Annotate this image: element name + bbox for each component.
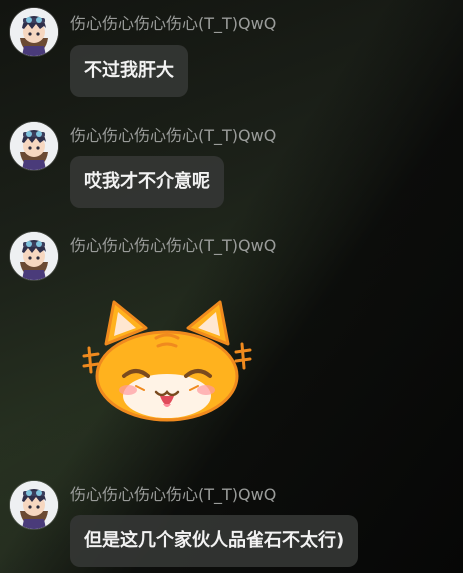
avatar[interactable]: [10, 232, 58, 280]
avatar[interactable]: [10, 122, 58, 170]
sender-name: 伤心伤心伤心伤心(T_T)QwQ: [70, 485, 277, 504]
sender-name: 伤心伤心伤心伤心(T_T)QwQ: [70, 236, 277, 255]
chat-message-list[interactable]: 伤心伤心伤心伤心(T_T)QwQ 不过我肝大 伤心伤心伤心伤心(T_T)QwQ …: [0, 0, 463, 573]
sender-name: 伤心伤心伤心伤心(T_T)QwQ: [70, 14, 277, 33]
avatar[interactable]: [10, 481, 58, 529]
avatar-image: [10, 232, 58, 280]
sender-name: 伤心伤心伤心伤心(T_T)QwQ: [70, 126, 277, 145]
avatar-image: [10, 8, 58, 56]
happy-cat-sticker[interactable]: [78, 298, 256, 428]
avatar-image: [10, 481, 58, 529]
message-bubble[interactable]: 哎我才不介意呢: [70, 156, 224, 208]
avatar-image: [10, 122, 58, 170]
message-bubble[interactable]: 不过我肝大: [70, 45, 188, 97]
happy-cat-icon: [82, 300, 252, 422]
message-bubble[interactable]: 但是这几个家伙人品雀石不太行): [70, 515, 359, 567]
avatar[interactable]: [10, 8, 58, 56]
